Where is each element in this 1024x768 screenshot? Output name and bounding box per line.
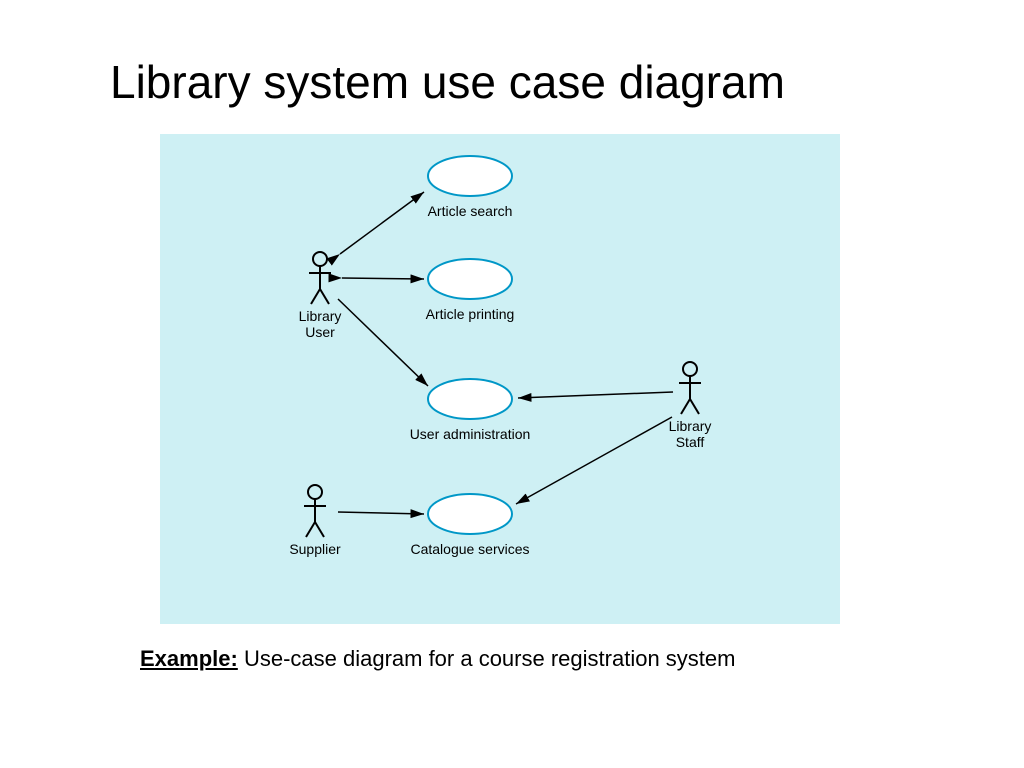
usecase-article-search <box>428 156 512 196</box>
caption-text: Use-case diagram for a course registrati… <box>238 646 736 671</box>
actor-library-user-label-1: Library <box>299 308 342 324</box>
caption: Example: Use-case diagram for a course r… <box>140 646 964 672</box>
usecase-article-printing <box>428 259 512 299</box>
usecase-user-administration <box>428 379 512 419</box>
usecase-catalogue-services-label: Catalogue services <box>410 541 529 557</box>
connector-staff-catalogue <box>516 417 672 504</box>
actor-library-staff-label-1: Library <box>669 418 712 434</box>
actor-library-staff-label-2: Staff <box>676 434 705 450</box>
caption-label: Example: <box>140 646 238 671</box>
connector-supplier-catalogue <box>338 512 424 514</box>
actor-supplier-label: Supplier <box>289 541 341 557</box>
usecase-article-printing-label: Article printing <box>426 306 515 322</box>
slide: Library system use case diagram Article … <box>0 0 1024 768</box>
connector-user-admin <box>338 299 428 386</box>
diagram-svg: Article search Article printing User adm… <box>160 134 840 624</box>
usecase-article-search-label: Article search <box>428 203 513 219</box>
use-case-diagram: Article search Article printing User adm… <box>160 134 840 624</box>
actor-supplier: Supplier <box>289 485 341 557</box>
slide-title: Library system use case diagram <box>110 55 964 109</box>
connector-user-search <box>340 192 424 254</box>
actor-library-user: Library User <box>299 252 342 340</box>
actor-library-staff: Library Staff <box>669 362 712 450</box>
connector-staff-admin <box>518 392 673 398</box>
actor-library-user-label-2: User <box>305 324 335 340</box>
connector-user-printing <box>342 278 424 279</box>
usecase-user-administration-label: User administration <box>410 426 531 442</box>
usecase-catalogue-services <box>428 494 512 534</box>
